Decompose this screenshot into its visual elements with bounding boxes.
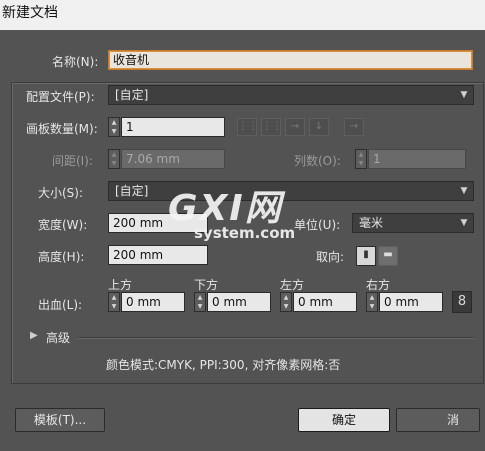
units-select[interactable]: 毫米 ▼	[352, 213, 474, 233]
orientation-label: 取向:	[316, 250, 345, 264]
columns-label: 列数(O):	[294, 154, 341, 168]
columns-input[interactable]: 1	[368, 149, 466, 169]
size-label: 大小(S):	[38, 186, 84, 200]
spacing-label: 间距(I):	[52, 154, 93, 168]
artboard-count-input[interactable]: 1	[121, 117, 225, 137]
size-select[interactable]: [自定] ▼	[108, 181, 474, 201]
new-document-dialog: 名称(N): 收音机 配置文件(P): [自定] ▼ 画板数量(M): ▲ ▼ 1…	[0, 30, 485, 451]
document-summary: 颜色模式:CMYK, PPI:300, 对齐像素网格:否	[106, 358, 341, 372]
units-label: 单位(U):	[294, 218, 341, 232]
height-label: 高度(H):	[38, 250, 85, 264]
bleed-top-label: 上方	[108, 278, 133, 292]
size-select-value: [自定]	[115, 184, 149, 198]
advanced-toggle[interactable]: 高级	[46, 329, 70, 346]
window-titlebar: 新建文档	[0, 0, 485, 30]
cancel-button[interactable]: 消	[396, 408, 480, 432]
templates-button[interactable]: 模板(T)...	[15, 408, 105, 432]
arrange-by-column-icon[interactable]: ↓	[309, 118, 329, 136]
profile-select[interactable]: [自定] ▼	[108, 85, 474, 105]
arrange-by-row-icon[interactable]: →	[285, 118, 305, 136]
spacing-stepper[interactable]: ▲ ▼	[108, 149, 120, 169]
bleed-right-input[interactable]: 0 mm	[379, 292, 443, 312]
divider	[78, 337, 474, 338]
bleed-left-stepper[interactable]: ▲ ▼	[280, 292, 292, 312]
artboard-count-label: 画板数量(M):	[26, 122, 98, 136]
bleed-top-input[interactable]: 0 mm	[121, 292, 185, 312]
units-select-value: 毫米	[359, 216, 384, 230]
bleed-right-label: 右方	[366, 278, 391, 292]
chevron-right-icon[interactable]: ▶	[30, 330, 38, 341]
bleed-bottom-stepper[interactable]: ▲ ▼	[194, 292, 206, 312]
chevron-down-icon: ▼	[460, 90, 468, 100]
stepper-up-icon[interactable]: ▲	[109, 118, 119, 127]
portrait-icon[interactable]: ▮	[356, 246, 376, 266]
grid-by-column-icon[interactable]: ⋮⋮	[261, 118, 282, 136]
right-to-left-icon[interactable]: →	[344, 118, 364, 136]
bleed-right-stepper[interactable]: ▲ ▼	[366, 292, 378, 312]
bleed-top-stepper[interactable]: ▲ ▼	[108, 292, 120, 312]
stepper-down-icon[interactable]: ▼	[109, 127, 119, 136]
bleed-bottom-label: 下方	[194, 278, 219, 292]
chevron-down-icon: ▼	[460, 186, 468, 196]
profile-label: 配置文件(P):	[26, 90, 95, 104]
name-input[interactable]: 收音机	[108, 50, 473, 70]
spacing-input[interactable]: 7.06 mm	[121, 149, 225, 169]
artboard-count-stepper[interactable]: ▲ ▼	[108, 117, 120, 137]
columns-stepper[interactable]: ▲ ▼	[355, 149, 367, 169]
grid-by-row-icon[interactable]: ⋮⋮	[237, 118, 258, 136]
window-title: 新建文档	[2, 5, 58, 21]
bleed-left-input[interactable]: 0 mm	[293, 292, 357, 312]
ok-button[interactable]: 确定	[298, 408, 390, 432]
bleed-label: 出血(L):	[38, 298, 83, 312]
height-input[interactable]: 200 mm	[108, 245, 208, 265]
chevron-down-icon: ▼	[460, 218, 468, 228]
link-bleed-icon[interactable]: 8	[452, 291, 472, 313]
name-label: 名称(N):	[52, 55, 99, 69]
width-label: 宽度(W):	[38, 218, 88, 232]
bleed-left-label: 左方	[280, 278, 305, 292]
profile-select-value: [自定]	[115, 88, 149, 102]
width-input[interactable]: 200 mm	[108, 213, 208, 233]
bleed-bottom-input[interactable]: 0 mm	[207, 292, 271, 312]
landscape-icon[interactable]: ▬	[378, 246, 398, 266]
